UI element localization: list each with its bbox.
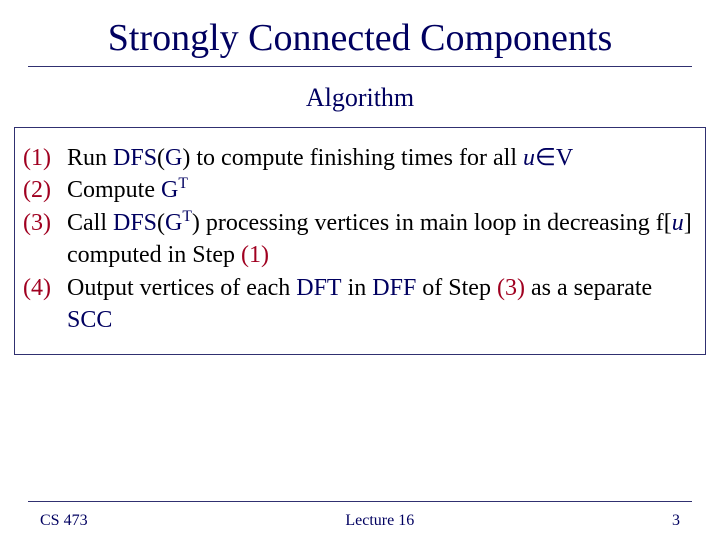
footer-page: 3 [672, 512, 680, 530]
step-1-number: (1) [23, 142, 67, 174]
footer-lecture: Lecture 16 [345, 512, 414, 530]
step-3-t: T [182, 208, 192, 225]
step-1-in: ∈ [535, 145, 556, 171]
subtitle: Algorithm [0, 83, 720, 113]
step-2-row: (2) Compute GT [23, 174, 697, 206]
step-3-stepref: (1) [241, 242, 269, 268]
step-4-part-a: Output vertices of each [67, 275, 296, 301]
step-2-text: Compute GT [67, 174, 697, 206]
step-1-v: V [556, 145, 573, 171]
step-3-number: (3) [23, 207, 67, 272]
step-1-row: (1) Run DFS(G) to compute finishing time… [23, 142, 697, 174]
step-4-dff: DFF [372, 275, 416, 301]
step-3-text: Call DFS(GT) processing vertices in main… [67, 207, 697, 272]
footer: CS 473 Lecture 16 3 [0, 501, 720, 530]
step-3-g: G [165, 210, 182, 236]
step-2-t: T [178, 175, 188, 192]
step-2-number: (2) [23, 174, 67, 206]
step-2-g: G [161, 177, 178, 203]
step-1-g: G [165, 145, 182, 171]
step-2-part-a: Compute [67, 177, 161, 203]
algorithm-box: (1) Run DFS(G) to compute finishing time… [14, 127, 706, 355]
step-1-dfs: DFS [113, 145, 157, 171]
step-1-part-c: ) to compute finishing times for all [182, 145, 523, 171]
step-4-row: (4) Output vertices of each DFT in DFF o… [23, 272, 697, 337]
step-4-part-c: of Step [416, 275, 497, 301]
step-1-part-b: ( [157, 145, 165, 171]
step-4-number: (4) [23, 272, 67, 337]
step-3-part-b: ( [157, 210, 165, 236]
step-3-part-c: ) processing vertices in main loop in de… [192, 210, 672, 236]
footer-divider [28, 501, 692, 502]
step-3-dfs: DFS [113, 210, 157, 236]
step-4-stepref: (3) [497, 275, 525, 301]
title-divider [28, 66, 692, 67]
step-1-u: u [523, 145, 535, 171]
step-3-u: u [672, 210, 684, 236]
step-1-text: Run DFS(G) to compute finishing times fo… [67, 142, 697, 174]
footer-course: CS 473 [40, 512, 88, 530]
step-4-part-b: in [342, 275, 373, 301]
step-3-row: (3) Call DFS(GT) processing vertices in … [23, 207, 697, 272]
step-1-part-a: Run [67, 145, 113, 171]
step-4-dft: DFT [296, 275, 341, 301]
step-3-part-a: Call [67, 210, 113, 236]
footer-row: CS 473 Lecture 16 3 [0, 512, 720, 530]
page-title: Strongly Connected Components [0, 16, 720, 60]
step-4-text: Output vertices of each DFT in DFF of St… [67, 272, 697, 337]
step-4-part-d: as a separate [525, 275, 652, 301]
step-4-scc: SCC [67, 307, 112, 333]
